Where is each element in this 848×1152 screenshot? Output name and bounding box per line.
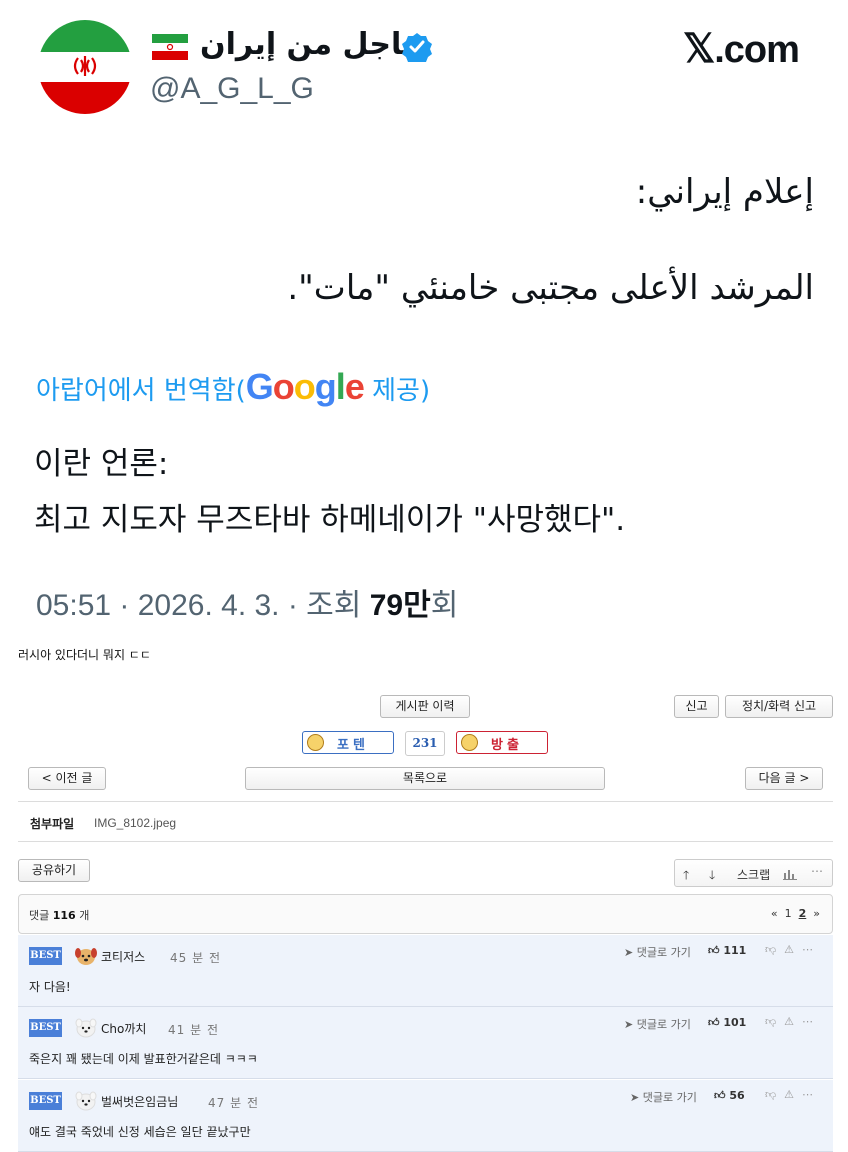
iran-flag-icon xyxy=(152,34,188,60)
like-button[interactable]: 👍︎ 101 xyxy=(708,1016,746,1029)
post-tools: 🡑 🡓 스크랩 ⋯ xyxy=(674,859,833,887)
more-icon: ⋯ xyxy=(802,943,821,956)
smile-face-icon xyxy=(307,734,324,751)
divider xyxy=(18,841,833,842)
thumb-down-icon: 👎︎ xyxy=(764,943,785,956)
back-to-list-button[interactable]: 목록으로 xyxy=(245,767,605,790)
best-badge: BEST xyxy=(29,947,62,965)
like-button[interactable]: 👍︎ 56 xyxy=(714,1089,745,1102)
best-badge: BEST xyxy=(29,1019,62,1037)
report-politics-button[interactable]: 정치/화력 신고 xyxy=(725,695,833,718)
iran-flag-avatar-icon xyxy=(38,20,132,114)
comment-row: BEST Cho까치 41 분 전 ➤ 댓글로 가기 👍︎ 101 👎︎⚠⋯ 죽… xyxy=(18,1007,833,1079)
comment-time: 47 분 전 xyxy=(208,1096,259,1110)
report-button[interactable]: 신고 xyxy=(674,695,719,718)
x-com-logo: 𝕏.com xyxy=(683,26,800,72)
share-button[interactable]: 공유하기 xyxy=(18,859,90,882)
account-name[interactable]: عاجل من إيران xyxy=(200,27,423,62)
comment-count: 댓글 116 개 xyxy=(29,909,90,922)
bar-chart-icon[interactable] xyxy=(783,868,797,880)
translation-note[interactable]: 아랍어에서 번역함(Google 제공) xyxy=(36,366,430,408)
comment-actions[interactable]: 👎︎⚠⋯ xyxy=(765,943,821,956)
more-icon: ⋯ xyxy=(802,1088,821,1101)
comment-time: 41 분 전 xyxy=(168,1023,219,1037)
page-link[interactable]: 1 xyxy=(785,907,792,920)
google-logo: Google xyxy=(245,366,365,407)
translation-prefix: 아랍어에서 번역함( xyxy=(36,376,246,406)
comment-row: BEST 벌써벗은임금님 47 분 전 ➤ 댓글로 가기 👍︎ 56 👎︎⚠⋯ … xyxy=(18,1080,833,1152)
last-page-icon[interactable]: » xyxy=(813,907,820,920)
translated-line-2: 최고 지도자 무즈타바 하메네이가 "사망했다". xyxy=(34,502,626,538)
warning-icon: ⚠ xyxy=(784,1015,802,1028)
scrap-button[interactable]: 스크랩 xyxy=(737,866,770,883)
prev-post-button[interactable]: < 이전 글 xyxy=(28,767,106,790)
tweet-meta: 05:51 · 2026. 4. 3. · 조회 79만회 xyxy=(36,580,458,624)
view-suffix: 회 xyxy=(430,589,459,622)
go-to-comment-link[interactable]: ➤ 댓글로 가기 xyxy=(630,1089,697,1105)
go-to-comment-link[interactable]: ➤ 댓글로 가기 xyxy=(624,944,691,960)
comment-pagination: « 1 2 » xyxy=(771,907,820,920)
comment-text: 자 다음! xyxy=(29,980,71,994)
thumb-down-icon: 👎︎ xyxy=(764,1088,785,1101)
first-page-icon[interactable]: « xyxy=(771,907,778,920)
translation-suffix: 제공) xyxy=(363,376,431,406)
avatar[interactable] xyxy=(38,20,132,114)
thumb-up-icon: 👍︎ xyxy=(708,944,720,957)
white-dog-avatar-icon[interactable] xyxy=(74,1088,98,1112)
tweet-text-line-2: المرشد الأعلى مجتبى خامنئي "مات". xyxy=(287,268,814,308)
warning-icon: ⚠ xyxy=(784,943,802,956)
vote-count: 231 xyxy=(405,731,445,756)
next-post-button[interactable]: 다음 글 > xyxy=(745,767,823,790)
post-body-text: 러시아 있다더니 뭐지 ㄷㄷ xyxy=(18,648,151,662)
comment-time: 45 분 전 xyxy=(170,951,221,965)
more-icon[interactable]: ⋯ xyxy=(811,864,823,878)
comment-row: BEST 코티저스 45 분 전 ➤ 댓글로 가기 👍︎ 111 👎︎⚠⋯ 자 … xyxy=(18,935,833,1007)
tweet-time: 05:51 · 2026. 4. 3. · 조회 xyxy=(36,589,370,622)
vote-down-label: 방출 xyxy=(491,738,523,753)
comment-author[interactable]: Cho까치 xyxy=(101,1020,146,1037)
vote-up-label: 포텐 xyxy=(337,738,369,753)
arrow-down-icon[interactable]: 🡓 xyxy=(709,866,715,887)
comment-author[interactable]: 벌써벗은임금님 xyxy=(101,1093,178,1110)
board-history-button[interactable]: 게시판 이력 xyxy=(380,695,470,718)
comments-header: 댓글 116 개 « 1 2 » xyxy=(18,894,833,934)
comment-actions[interactable]: 👎︎⚠⋯ xyxy=(765,1015,821,1028)
vote-up-button[interactable]: 포텐 xyxy=(302,731,394,754)
go-to-comment-link[interactable]: ➤ 댓글로 가기 xyxy=(624,1016,691,1032)
surprised-face-icon xyxy=(461,734,478,751)
best-badge: BEST xyxy=(29,1092,62,1110)
view-count: 79만 xyxy=(369,589,431,622)
thumb-up-icon: 👍︎ xyxy=(714,1089,726,1102)
comment-author[interactable]: 코티저스 xyxy=(101,948,145,965)
divider xyxy=(18,801,833,802)
page-link-current[interactable]: 2 xyxy=(799,907,807,920)
warning-icon: ⚠ xyxy=(784,1088,802,1101)
site-suffix: .com xyxy=(714,29,800,71)
send-icon: ➤ xyxy=(624,1018,634,1031)
thumb-down-icon: 👎︎ xyxy=(764,1015,785,1028)
vote-down-button[interactable]: 방출 xyxy=(456,731,548,754)
like-button[interactable]: 👍︎ 111 xyxy=(708,944,746,957)
more-icon: ⋯ xyxy=(802,1015,821,1028)
white-dog-avatar-icon[interactable] xyxy=(74,1015,98,1039)
x-logo-icon: 𝕏 xyxy=(683,27,715,71)
dog-avatar-icon[interactable] xyxy=(74,943,98,967)
translated-line-1: 이란 언론: xyxy=(34,446,169,482)
verified-badge-icon xyxy=(402,33,432,62)
comment-text: 죽은지 꽤 됐는데 이제 발표한거같은데 ㅋㅋㅋ xyxy=(29,1052,258,1066)
comment-text: 얘도 결국 죽었네 신정 세습은 일단 끝났구만 xyxy=(29,1125,251,1139)
attachment-file-link[interactable]: IMG_8102.jpeg xyxy=(94,816,176,830)
tweet-text-line-1: إعلام إيراني: xyxy=(635,172,814,212)
send-icon: ➤ xyxy=(630,1091,640,1104)
send-icon: ➤ xyxy=(624,946,634,959)
attachment-label: 첨부파일 xyxy=(30,817,75,831)
account-handle[interactable]: @A_G_L_G xyxy=(150,72,314,106)
comment-actions[interactable]: 👎︎⚠⋯ xyxy=(765,1088,821,1101)
arrow-up-icon[interactable]: 🡑 xyxy=(683,866,689,887)
thumb-up-icon: 👍︎ xyxy=(708,1016,720,1029)
